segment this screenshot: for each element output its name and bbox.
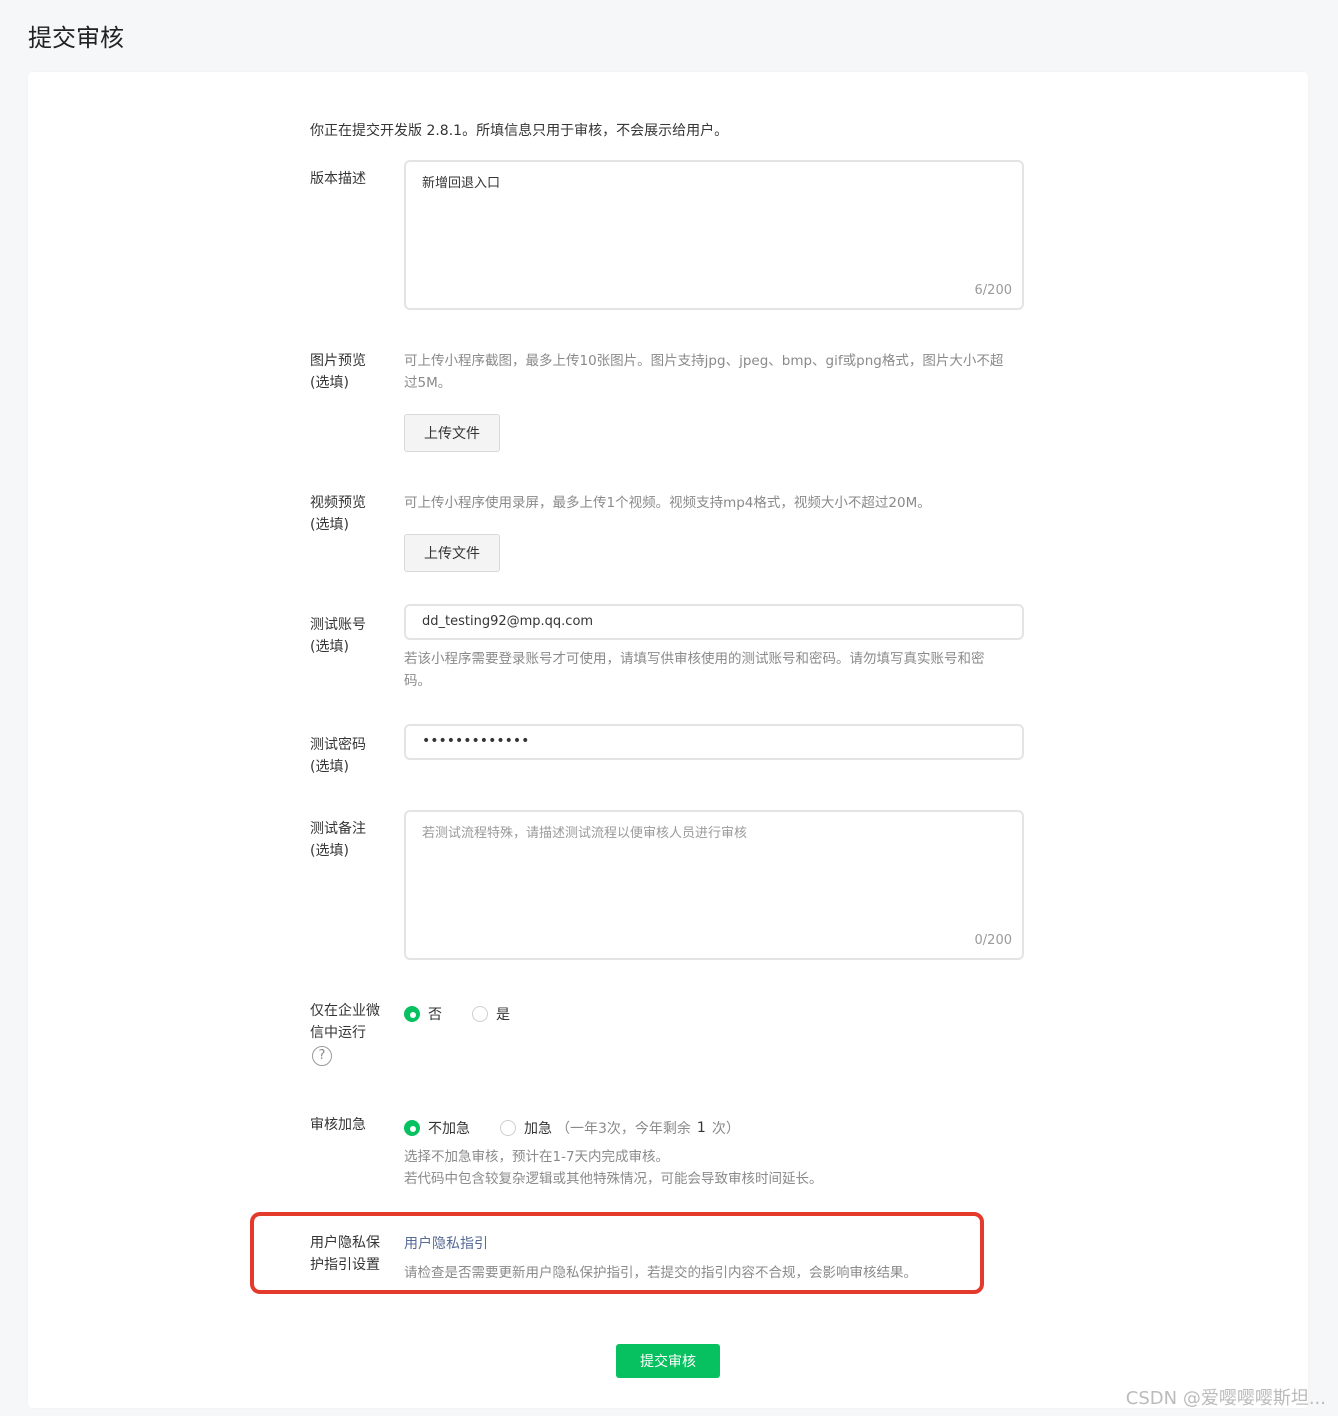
expedite-note-suffix: 次）: [711, 1121, 740, 1137]
expedite-label: 审核加急: [310, 1117, 366, 1133]
watermark: CSDN @爱嘤嘤嘤斯坦...: [1125, 1388, 1326, 1409]
radio-unchecked-icon: [472, 1006, 488, 1022]
test-password-value: •••••••••••••: [422, 733, 530, 749]
version-desc-value: 新增回退入口: [422, 176, 501, 191]
test-password-label: 测试密码 (选填): [310, 737, 366, 775]
test-account-input[interactable]: dd_testing92@mp.qq.com: [404, 604, 1024, 640]
test-account-label: 测试账号 (选填): [310, 617, 366, 655]
video-preview-hint: 可上传小程序使用录屏，最多上传1个视频。视频支持mp4格式，视频大小不超过20M…: [404, 495, 931, 511]
radio-wecom-no-label: 否: [428, 1007, 442, 1023]
radio-expedite-yes-label: 加急: [524, 1121, 552, 1137]
test-notes-counter: 0/200: [974, 933, 1012, 948]
radio-wecom-no[interactable]: 否: [404, 1004, 442, 1024]
page-title: 提交审核: [28, 24, 124, 52]
test-account-value: dd_testing92@mp.qq.com: [422, 614, 594, 629]
radio-expedite-no[interactable]: 不加急: [404, 1118, 470, 1138]
test-password-input[interactable]: •••••••••••••: [404, 724, 1024, 760]
expedite-hint: 选择不加急审核，预计在1-7天内完成审核。 若代码中包含较复杂逻辑或其他特殊情况…: [404, 1149, 823, 1187]
wecom-only-label: 仅在企业微 信中运行: [310, 1003, 380, 1041]
expedite-remaining: 1: [696, 1120, 706, 1136]
radio-checked-icon: [404, 1120, 420, 1136]
test-notes-textarea[interactable]: 若测试流程特殊，请描述测试流程以便审核人员进行审核 0/200: [404, 810, 1024, 960]
radio-expedite-no-label: 不加急: [428, 1121, 470, 1137]
radio-unchecked-icon: [500, 1120, 516, 1136]
test-account-hint: 若该小程序需要登录账号才可使用，请填写供审核使用的测试账号和密码。请勿填写真实账…: [404, 651, 985, 689]
submit-review-button[interactable]: 提交审核: [616, 1344, 720, 1378]
test-notes-placeholder: 若测试流程特殊，请描述测试流程以便审核人员进行审核: [422, 826, 748, 841]
help-icon[interactable]: ?: [312, 1046, 332, 1066]
version-desc-counter: 6/200: [974, 283, 1012, 298]
radio-expedite-yes[interactable]: 加急 （一年3次，今年剩余 1 次）: [500, 1118, 740, 1138]
radio-wecom-yes-label: 是: [496, 1007, 510, 1023]
upload-image-button[interactable]: 上传文件: [404, 414, 500, 452]
radio-wecom-yes[interactable]: 是: [472, 1004, 510, 1024]
video-preview-label: 视频预览 (选填): [310, 495, 366, 533]
image-preview-label: 图片预览 (选填): [310, 353, 366, 391]
privacy-hint: 请检查是否需要更新用户隐私保护指引，若提交的指引内容不合规，会影响审核结果。: [404, 1265, 917, 1281]
expedite-note-prefix: （一年3次，今年剩余: [556, 1121, 691, 1137]
intro-text: 你正在提交开发版 2.8.1。所填信息只用于审核，不会展示给用户。: [310, 123, 729, 139]
radio-checked-icon: [404, 1006, 420, 1022]
privacy-label: 用户隐私保 护指引设置: [310, 1235, 380, 1273]
image-preview-hint: 可上传小程序截图，最多上传10张图片。图片支持jpg、jpeg、bmp、gif或…: [404, 353, 1004, 391]
version-desc-textarea[interactable]: 新增回退入口 6/200: [404, 160, 1024, 310]
privacy-guide-link[interactable]: 用户隐私指引: [404, 1233, 488, 1253]
upload-video-button[interactable]: 上传文件: [404, 534, 500, 572]
version-desc-label: 版本描述: [310, 171, 366, 187]
test-notes-label: 测试备注 (选填): [310, 821, 366, 859]
